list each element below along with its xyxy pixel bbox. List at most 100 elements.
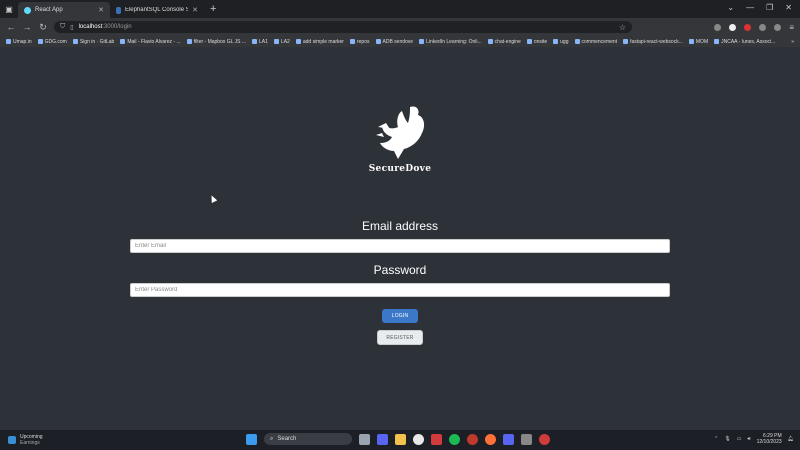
bookmark-item[interactable]: onsite [526,38,548,45]
bookmark-item[interactable]: GDG.com [37,38,67,45]
address-host: localhost [78,24,103,30]
page-info-icon[interactable]: ▯ [70,24,73,31]
bookmark-favicon-icon [72,39,78,44]
react-icon [24,6,31,14]
dove-logo-icon [376,106,425,159]
shield-icon: ⛉ [60,23,66,30]
weather-widget[interactable]: Upcoming Earnings [0,434,43,446]
close-icon[interactable]: ✕ [192,6,198,14]
bookmark-item[interactable]: LA1 [252,39,268,45]
mouse-cursor-icon [208,194,218,203]
bookmark-favicon-icon [553,39,559,44]
bookmark-item[interactable]: chat-engine [487,38,521,45]
tab-title: ElephantSQL Console SecureD... [124,7,189,13]
microphone-icon[interactable]: 🎙︎ [724,436,730,442]
browser-toolbar: ← → ↻ ⛉ ▯ localhost:3000/login ☆ ≡ [0,18,800,36]
volume-icon[interactable]: 🔊︎ [747,436,750,442]
chevron-down-icon[interactable]: ⌄ [727,3,734,12]
restore-icon[interactable]: ❐ [766,3,773,12]
teams-icon[interactable] [377,433,388,445]
taskbar-apps: ⌕ Search [246,433,550,445]
clock[interactable]: 6:29 PM 12/10/2023 [757,433,782,445]
date: 12/10/2023 [756,439,782,445]
extension-icon[interactable] [744,23,752,31]
windows-start-icon[interactable] [246,433,257,445]
minimize-icon[interactable]: — [746,3,754,12]
taskbar-search[interactable]: ⌕ Search [264,433,352,445]
bookmark-favicon-icon [688,39,694,44]
bookmark-item[interactable]: JNCAA - Iunes, Associ... [714,39,775,45]
bookmark-item[interactable]: Umap.in [6,39,32,45]
bookmark-label: add simple marker [302,38,344,45]
forward-icon[interactable]: → [22,22,32,32]
bookmark-label: chat-engine [494,38,521,45]
bookmark-item[interactable]: Mail - Flavio Alvarez - ... [120,39,181,45]
bookmark-label: Sign in · GitLab [79,38,115,45]
register-button[interactable]: REGISTER [377,330,423,345]
close-window-icon[interactable]: ✕ [785,3,792,12]
chrome-icon[interactable] [539,433,550,445]
tab-search-icon[interactable]: ▣ [0,5,18,14]
extensions-area: ≡ [714,23,794,32]
reload-icon[interactable]: ↻ [38,22,48,33]
bookmark-item[interactable]: commencement [574,39,617,45]
extensions-puzzle-icon[interactable] [774,23,782,31]
bookmark-star-icon[interactable]: ☆ [619,23,626,32]
bookmark-label: LA1 [259,38,268,45]
tab-react-app[interactable]: React App ✕ [18,2,110,18]
elephantsql-icon [116,6,121,14]
notifications-icon[interactable]: 🔔︎ [788,436,794,442]
address-bar[interactable]: ⛉ ▯ localhost:3000/login ☆ [54,21,632,33]
bookmark-item[interactable]: LinkedIn Learning: Onli... [419,39,482,45]
bookmark-label: ADB sendove [382,38,414,45]
app-icon[interactable] [413,433,424,445]
bookmark-item[interactable]: add simple marker [295,38,344,45]
firefox-icon[interactable] [485,433,496,445]
bookmark-label: GDG.com [44,38,67,45]
discord-icon[interactable] [503,433,514,445]
menu-icon[interactable]: ≡ [789,23,794,32]
pocket-icon[interactable] [714,23,722,31]
bookmark-label: JNCAA - Iunes, Associ... [721,38,776,45]
bookmark-favicon-icon [526,39,532,44]
extension-icon[interactable] [759,23,767,31]
bookmark-label: onsite [533,38,548,45]
task-view-icon[interactable] [359,433,370,445]
bookmarks-overflow-icon[interactable]: » [791,39,794,45]
bookmark-label: fastapi-react-websock... [630,38,683,45]
back-icon[interactable]: ← [6,22,16,32]
profile-icon[interactable] [729,23,737,31]
app-icon[interactable] [431,433,442,445]
bookmark-label: Umap.in [13,38,32,45]
login-button[interactable]: LOGIN [382,309,418,323]
bookmark-item[interactable]: repos [349,39,370,45]
close-icon[interactable]: ✕ [98,6,104,14]
bookmark-item[interactable]: fastapi-react-websock... [623,39,683,45]
bookmark-favicon-icon [714,39,720,44]
bookmark-item[interactable]: filter - Mapbox GL JS ... [186,38,247,45]
bookmark-item[interactable]: MOM [688,39,708,45]
file-explorer-icon[interactable] [395,433,406,445]
opera-icon[interactable] [467,433,478,445]
tab-title: React App [35,7,63,13]
bookmark-item[interactable]: ADB sendove [375,38,414,45]
bookmark-label: filter - Mapbox GL JS ... [193,38,247,45]
bookmark-favicon-icon [349,39,355,44]
taskbar: Upcoming Earnings ⌕ Search ⌃ 🎙︎ ▭ 🔊︎ 6:2… [0,430,800,450]
password-field[interactable] [130,283,670,297]
chevron-up-icon[interactable]: ⌃ [714,436,718,442]
app-icon[interactable] [521,433,532,445]
bookmark-item[interactable]: ugg [553,39,569,45]
window-controls: ⌄ — ❐ ✕ [719,0,800,15]
bookmark-favicon-icon [273,39,279,44]
spotify-icon[interactable] [449,433,460,445]
bookmark-favicon-icon [120,39,126,44]
display-icon[interactable]: ▭ [737,436,742,442]
bookmark-item[interactable]: LA2 [273,39,290,45]
email-field[interactable] [130,239,670,253]
tab-elephantsql[interactable]: ElephantSQL Console SecureD... ✕ [110,2,204,18]
bookmark-item[interactable]: Sign in · GitLab [72,38,115,45]
new-tab-button[interactable]: + [204,3,222,15]
bookmark-favicon-icon [186,39,192,44]
password-label: Password [373,263,427,277]
